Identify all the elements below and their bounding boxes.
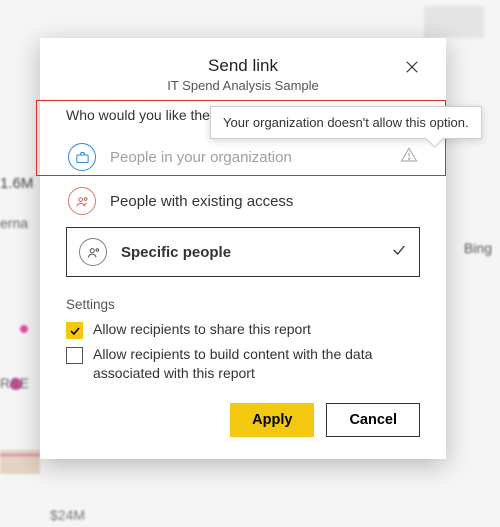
checkbox-allow-share[interactable] bbox=[66, 322, 83, 339]
bg-rd-label: R&E bbox=[0, 375, 29, 391]
setting-allow-build[interactable]: Allow recipients to build content with t… bbox=[66, 345, 420, 383]
bg-value-3: $24M bbox=[50, 507, 85, 523]
setting-allow-share[interactable]: Allow recipients to share this report bbox=[66, 320, 420, 339]
bg-value-2: erna bbox=[0, 215, 28, 231]
share-option-specific-people[interactable]: Specific people bbox=[66, 227, 420, 277]
send-link-dialog: Send link IT Spend Analysis Sample Who w… bbox=[40, 38, 446, 459]
close-button[interactable] bbox=[400, 58, 424, 82]
briefcase-icon bbox=[68, 143, 96, 171]
bg-bing-label: Bing bbox=[464, 240, 492, 256]
checkbox-allow-build[interactable] bbox=[66, 347, 83, 364]
dialog-title: Send link bbox=[66, 56, 420, 76]
warning-icon bbox=[400, 146, 418, 168]
person-icon bbox=[79, 238, 107, 266]
cancel-button[interactable]: Cancel bbox=[326, 403, 420, 437]
setting-allow-build-label: Allow recipients to build content with t… bbox=[93, 345, 420, 383]
share-option-existing-access-label: People with existing access bbox=[110, 193, 293, 210]
share-option-organization[interactable]: People in your organization bbox=[66, 135, 420, 179]
bg-value-1: 1.6M bbox=[0, 175, 33, 192]
share-option-specific-people-label: Specific people bbox=[121, 244, 231, 261]
share-option-existing-access[interactable]: People with existing access bbox=[66, 179, 420, 223]
tooltip-org-disabled: Your organization doesn't allow this opt… bbox=[210, 106, 482, 139]
people-icon bbox=[68, 187, 96, 215]
settings-heading: Settings bbox=[66, 297, 420, 312]
close-icon bbox=[403, 58, 421, 76]
setting-allow-share-label: Allow recipients to share this report bbox=[93, 320, 311, 339]
apply-button[interactable]: Apply bbox=[230, 403, 314, 437]
check-icon bbox=[391, 242, 407, 262]
dialog-subtitle: IT Spend Analysis Sample bbox=[66, 78, 420, 93]
share-option-organization-label: People in your organization bbox=[110, 149, 292, 166]
